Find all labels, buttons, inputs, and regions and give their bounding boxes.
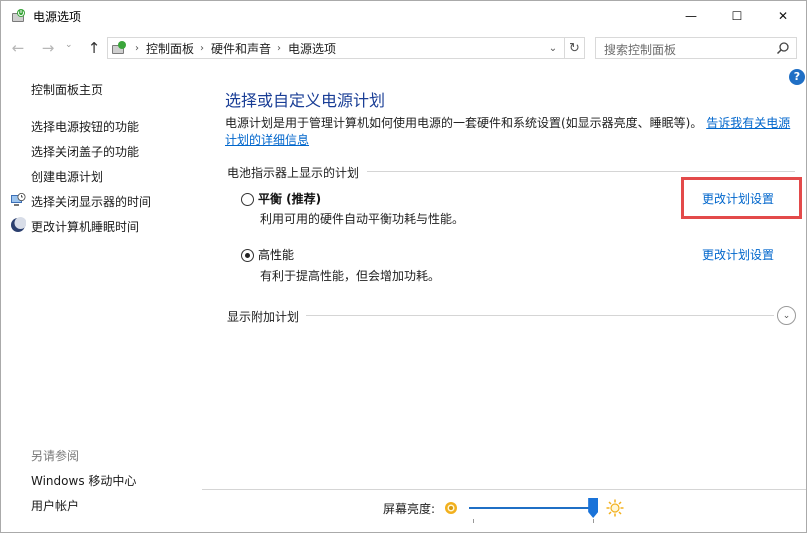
up-button[interactable]: ↑ <box>83 37 105 59</box>
chevron-down-icon[interactable]: ⌄ <box>546 40 560 56</box>
search-box[interactable]: 搜索控制面板 <box>595 37 797 59</box>
slider-tick <box>593 519 594 523</box>
sidebar-item-sleep-time[interactable]: 更改计算机睡眠时间 <box>31 218 139 235</box>
sleep-moon-icon <box>11 217 26 232</box>
plan-description-balanced: 利用可用的硬件自动平衡功耗与性能。 <box>260 212 465 226</box>
section-heading-battery-plans: 电池指示器上显示的计划 <box>227 166 360 180</box>
search-placeholder: 搜索控制面板 <box>604 43 677 57</box>
sidebar-control-panel-home[interactable]: 控制面板主页 <box>31 81 103 98</box>
power-options-window: 电源选项 — ☐ ✕ ← → ⌄ ↑ › 控制面板 › 硬件和声音 › 电源选项… <box>0 0 807 533</box>
annotation-highlight-box <box>681 177 802 219</box>
bright-sun-icon <box>606 499 624 517</box>
description-text: 电源计划是用于管理计算机如何使用电源的一套硬件和系统设置(如显示器亮度、睡眠等)… <box>225 116 703 130</box>
control-panel-icon <box>112 41 126 54</box>
plan-radio-balanced[interactable] <box>241 193 254 206</box>
forward-button[interactable]: → <box>37 37 59 59</box>
breadcrumb-control-panel[interactable]: 控制面板 <box>146 40 194 57</box>
section-divider <box>367 171 795 172</box>
breadcrumb-separator[interactable]: › <box>200 43 204 54</box>
plan-radio-high-performance[interactable] <box>241 249 254 262</box>
plan-name-balanced[interactable]: 平衡 (推荐) <box>258 190 321 207</box>
window-title: 电源选项 <box>33 10 82 24</box>
back-button[interactable]: ← <box>7 37 29 59</box>
breadcrumb-separator[interactable]: › <box>277 43 281 54</box>
slider-tick <box>473 519 474 523</box>
display-clock-icon <box>11 193 26 206</box>
dim-sun-icon <box>445 502 457 514</box>
plan-description-high-performance: 有利于提高性能，但会增加功耗。 <box>260 269 441 283</box>
show-additional-plans-label[interactable]: 显示附加计划 <box>227 308 299 325</box>
change-plan-settings-high-performance-link[interactable]: 更改计划设置 <box>702 246 774 263</box>
maximize-button[interactable]: ☐ <box>714 1 760 31</box>
sidebar-item-create-plan[interactable]: 创建电源计划 <box>31 168 103 185</box>
minimize-button[interactable]: — <box>668 1 714 31</box>
sidebar-item-power-button[interactable]: 选择电源按钮的功能 <box>31 118 139 135</box>
brightness-slider-fill <box>469 507 594 509</box>
bottom-divider <box>202 489 806 490</box>
brightness-label: 屏幕亮度: <box>383 502 436 516</box>
title-bar[interactable]: 电源选项 — ☐ ✕ <box>1 1 806 32</box>
help-button[interactable]: ? <box>789 69 805 85</box>
breadcrumb-separator: › <box>135 42 139 54</box>
sidebar-link-user-accounts[interactable]: 用户帐户 <box>31 497 79 514</box>
breadcrumb-power-options[interactable]: 电源选项 <box>288 40 336 57</box>
close-button[interactable]: ✕ <box>760 1 806 31</box>
address-bar[interactable]: › 控制面板 › 硬件和声音 › 电源选项 ⌄ <box>107 37 565 59</box>
breadcrumb-hardware-and-sound[interactable]: 硬件和声音 <box>211 40 271 57</box>
plan-name-high-performance[interactable]: 高性能 <box>258 246 294 263</box>
page-description: 电源计划是用于管理计算机如何使用电源的一套硬件和系统设置(如显示器亮度、睡眠等)… <box>225 115 791 149</box>
sidebar-item-display-off[interactable]: 选择关闭显示器的时间 <box>31 193 151 210</box>
brightness-slider-thumb[interactable] <box>588 498 599 518</box>
page-title: 选择或自定义电源计划 <box>225 91 386 110</box>
additional-plans-divider <box>306 315 774 316</box>
sidebar-link-windows-mobility-center[interactable]: Windows 移动中心 <box>31 472 136 489</box>
see-also-heading: 另请参阅 <box>31 449 80 463</box>
sidebar-item-lid-close[interactable]: 选择关闭盖子的功能 <box>31 143 139 160</box>
navigation-bar: ← → ⌄ ↑ › 控制面板 › 硬件和声音 › 电源选项 ⌄ ↻ 搜索控制面板 <box>1 32 806 64</box>
power-options-app-icon <box>12 9 25 22</box>
refresh-button[interactable]: ↻ <box>565 37 585 59</box>
search-icon[interactable] <box>776 41 790 55</box>
expand-chevron-icon[interactable]: ⌄ <box>777 306 796 325</box>
recent-locations-button[interactable]: ⌄ <box>65 40 77 54</box>
